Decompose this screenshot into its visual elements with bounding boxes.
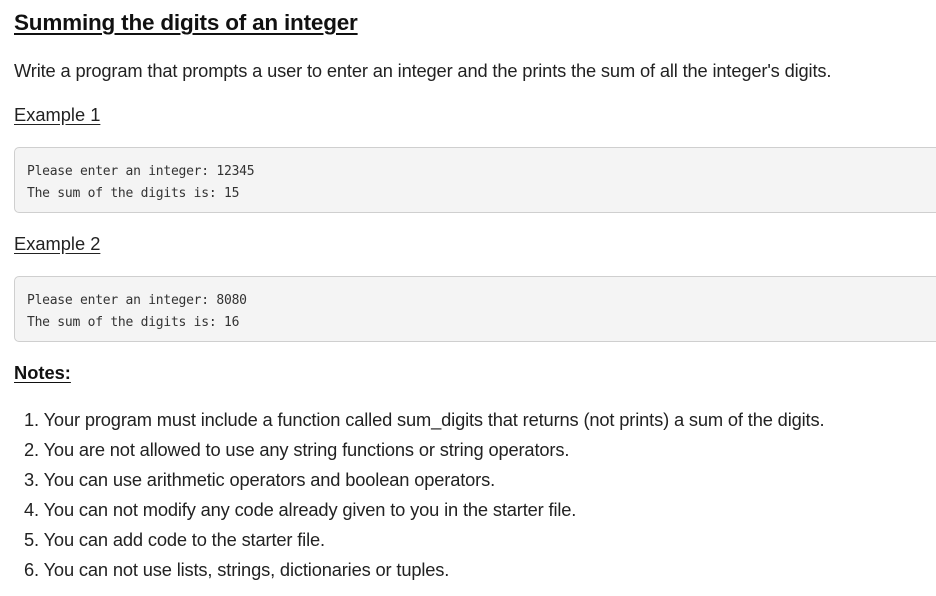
note-item: 3. You can use arithmetic operators and …	[24, 465, 824, 495]
note-number: 6.	[24, 559, 39, 580]
note-item: 5. You can add code to the starter file.	[24, 525, 824, 555]
code-line: Please enter an integer: 12345	[27, 164, 255, 179]
note-number: 5.	[24, 529, 39, 550]
example-2-heading: Example 2	[14, 233, 101, 254]
note-text: You can not modify any code already give…	[43, 499, 577, 520]
code-line: The sum of the digits is: 16	[27, 315, 240, 330]
note-item: 6. You can not use lists, strings, dicti…	[24, 555, 824, 585]
example-1-heading: Example 1	[14, 104, 101, 125]
example-2-code-block: Please enter an integer: 8080 The sum of…	[14, 276, 936, 342]
intro-paragraph: Write a program that prompts a user to e…	[14, 60, 832, 81]
note-text: You are not allowed to use any string fu…	[43, 439, 570, 460]
note-text: You can use arithmetic operators and boo…	[43, 469, 496, 490]
code-line: The sum of the digits is: 15	[27, 186, 240, 201]
notes-heading: Notes:	[14, 362, 71, 383]
note-number: 4.	[24, 499, 39, 520]
note-text: You can not use lists, strings, dictiona…	[43, 559, 450, 580]
example-1-code-block: Please enter an integer: 12345 The sum o…	[14, 147, 936, 213]
page-title: Summing the digits of an integer	[14, 10, 358, 35]
note-item: 2. You are not allowed to use any string…	[24, 435, 824, 465]
note-number: 1.	[24, 409, 39, 430]
notes-list: 1. Your program must include a function …	[24, 405, 825, 585]
note-item: 1. Your program must include a function …	[24, 405, 825, 435]
note-number: 3.	[24, 469, 39, 490]
code-line: Please enter an integer: 8080	[27, 293, 247, 308]
note-item: 4. You can not modify any code already g…	[24, 495, 824, 525]
note-number: 2.	[24, 439, 39, 460]
note-text: Your program must include a function cal…	[43, 409, 825, 430]
note-text: You can add code to the starter file.	[43, 529, 326, 550]
